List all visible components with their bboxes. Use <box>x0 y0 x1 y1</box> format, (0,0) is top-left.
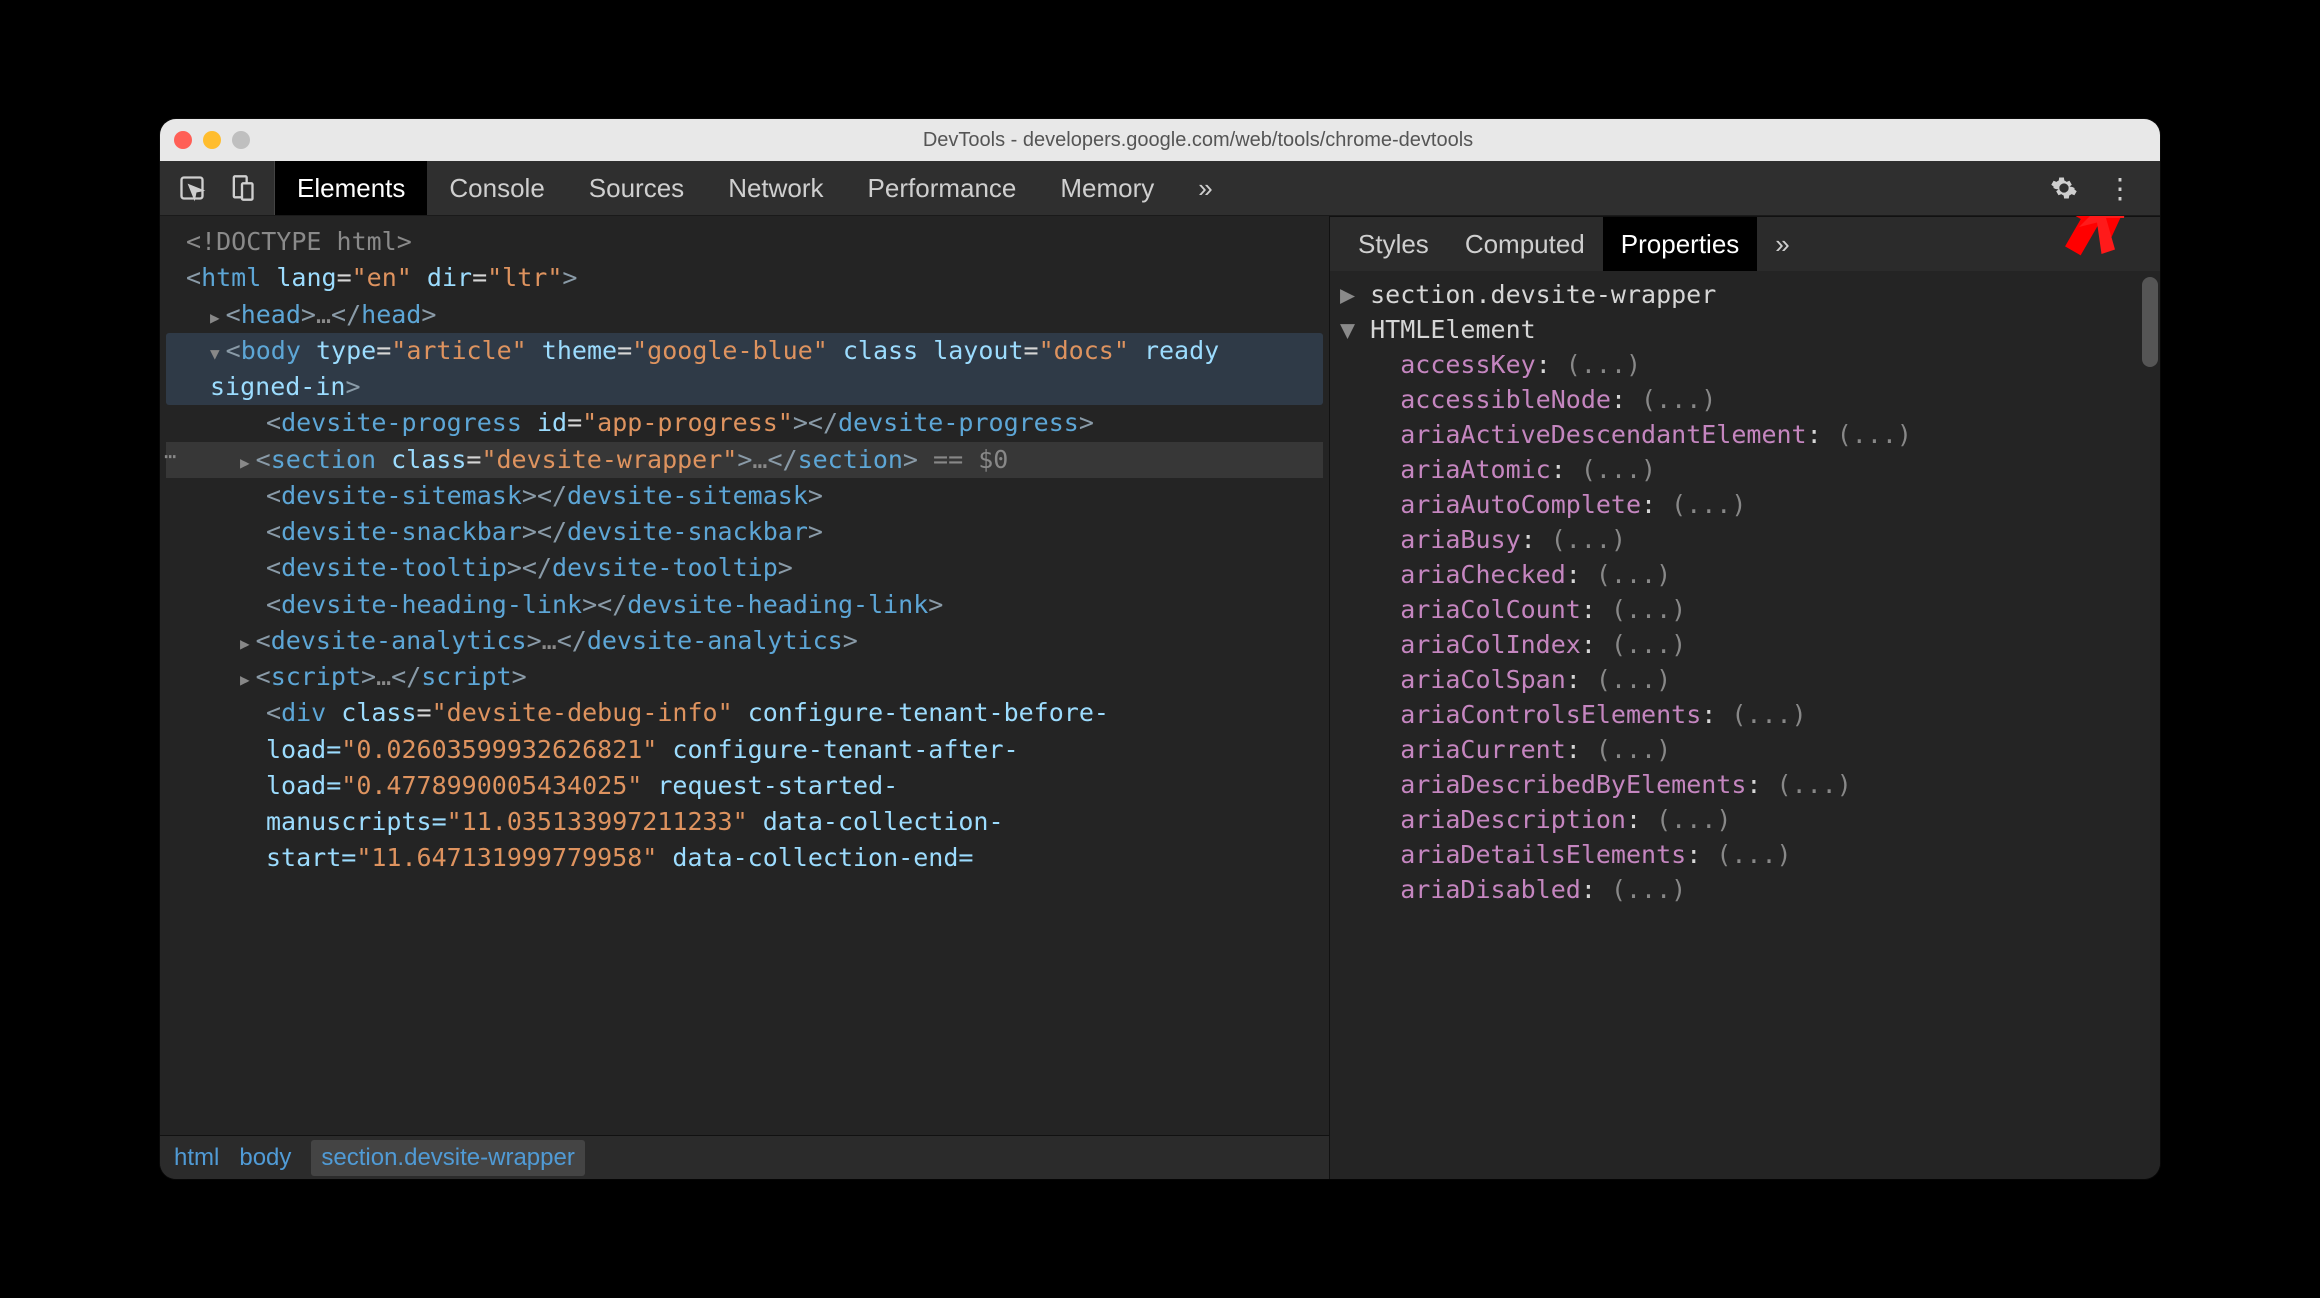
breadcrumb-section[interactable]: section.devsite-wrapper <box>311 1140 584 1176</box>
sidebar-panel: Styles Computed Properties » ▶ section.d… <box>1330 216 2160 1179</box>
property-row[interactable]: ariaDetailsElements: (...) <box>1340 837 2150 872</box>
annotation-arrow-icon <box>2052 216 2142 263</box>
subtab-computed[interactable]: Computed <box>1447 217 1603 271</box>
main-content: <!DOCTYPE html> <html lang="en" dir="ltr… <box>160 216 2160 1179</box>
dom-devsite-progress[interactable]: <devsite-progress id="app-progress"></de… <box>166 405 1323 441</box>
property-row[interactable]: ariaDisabled: (...) <box>1340 872 2150 907</box>
window-title: DevTools - developers.google.com/web/too… <box>250 129 2146 152</box>
properties-pane[interactable]: ▶ section.devsite-wrapper ▼ HTMLElement … <box>1330 271 2160 1179</box>
sidebar-tabs: Styles Computed Properties » <box>1330 216 2160 271</box>
property-row[interactable]: ariaAutoComplete: (...) <box>1340 487 2150 522</box>
breadcrumb-html[interactable]: html <box>174 1144 219 1172</box>
inspect-icon[interactable] <box>178 174 206 202</box>
property-row[interactable]: ariaControlsElements: (...) <box>1340 697 2150 732</box>
close-button[interactable] <box>174 131 192 149</box>
property-row[interactable]: ariaDescription: (...) <box>1340 802 2150 837</box>
dom-body-open[interactable]: <body type="article" theme="google-blue"… <box>166 333 1323 406</box>
traffic-lights <box>174 131 250 149</box>
property-row[interactable]: ariaDescribedByElements: (...) <box>1340 767 2150 802</box>
tab-performance[interactable]: Performance <box>846 161 1039 215</box>
dom-head[interactable]: <head>…</head> <box>166 297 1323 333</box>
dom-doctype[interactable]: <!DOCTYPE html> <box>166 224 1323 260</box>
property-row[interactable]: ariaAtomic: (...) <box>1340 452 2150 487</box>
tab-console[interactable]: Console <box>427 161 566 215</box>
breadcrumb-body[interactable]: body <box>239 1144 291 1172</box>
dom-section-selected[interactable]: ⋯<section class="devsite-wrapper">…</sec… <box>166 442 1323 478</box>
main-tabs: Elements Console Sources Network Perform… <box>275 161 1235 215</box>
dom-tooltip[interactable]: <devsite-tooltip></devsite-tooltip> <box>166 550 1323 586</box>
subtab-properties[interactable]: Properties <box>1603 217 1758 271</box>
property-row[interactable]: ariaChecked: (...) <box>1340 557 2150 592</box>
subtab-styles[interactable]: Styles <box>1340 217 1447 271</box>
prop-header-section[interactable]: ▶ section.devsite-wrapper <box>1340 277 2150 312</box>
gear-icon[interactable] <box>2050 174 2078 202</box>
titlebar: DevTools - developers.google.com/web/too… <box>160 119 2160 161</box>
dom-snackbar[interactable]: <devsite-snackbar></devsite-snackbar> <box>166 514 1323 550</box>
property-row[interactable]: accessKey: (...) <box>1340 347 2150 382</box>
zoom-button[interactable] <box>232 131 250 149</box>
property-row[interactable]: ariaColIndex: (...) <box>1340 627 2150 662</box>
property-row[interactable]: accessibleNode: (...) <box>1340 382 2150 417</box>
property-row[interactable]: ariaBusy: (...) <box>1340 522 2150 557</box>
dom-debug-div[interactable]: <div class="devsite-debug-info" configur… <box>166 695 1323 876</box>
dom-tree[interactable]: <!DOCTYPE html> <html lang="en" dir="ltr… <box>160 216 1329 1135</box>
kebab-menu-icon[interactable]: ⋮ <box>2106 172 2136 205</box>
dom-heading-link[interactable]: <devsite-heading-link></devsite-heading-… <box>166 587 1323 623</box>
prop-header-htmlelement[interactable]: ▼ HTMLElement <box>1340 312 2150 347</box>
tab-memory[interactable]: Memory <box>1038 161 1176 215</box>
property-row[interactable]: ariaCurrent: (...) <box>1340 732 2150 767</box>
dom-script[interactable]: <script>…</script> <box>166 659 1323 695</box>
dom-analytics[interactable]: <devsite-analytics>…</devsite-analytics> <box>166 623 1323 659</box>
breadcrumb: html body section.devsite-wrapper <box>160 1135 1329 1179</box>
minimize-button[interactable] <box>203 131 221 149</box>
dom-html-open[interactable]: <html lang="en" dir="ltr"> <box>166 260 1323 296</box>
property-row[interactable]: ariaColSpan: (...) <box>1340 662 2150 697</box>
more-subtabs-icon[interactable]: » <box>1757 217 1807 271</box>
main-toolbar: Elements Console Sources Network Perform… <box>160 161 2160 216</box>
device-icon[interactable] <box>228 174 256 202</box>
tab-network[interactable]: Network <box>706 161 845 215</box>
more-tabs-icon[interactable]: » <box>1176 161 1234 215</box>
elements-panel: <!DOCTYPE html> <html lang="en" dir="ltr… <box>160 216 1330 1179</box>
dom-sitemask[interactable]: <devsite-sitemask></devsite-sitemask> <box>166 478 1323 514</box>
property-row[interactable]: ariaColCount: (...) <box>1340 592 2150 627</box>
tab-elements[interactable]: Elements <box>275 161 427 215</box>
property-row[interactable]: ariaActiveDescendantElement: (...) <box>1340 417 2150 452</box>
tab-sources[interactable]: Sources <box>567 161 706 215</box>
scrollbar[interactable] <box>2142 277 2158 367</box>
devtools-window: DevTools - developers.google.com/web/too… <box>160 119 2160 1179</box>
